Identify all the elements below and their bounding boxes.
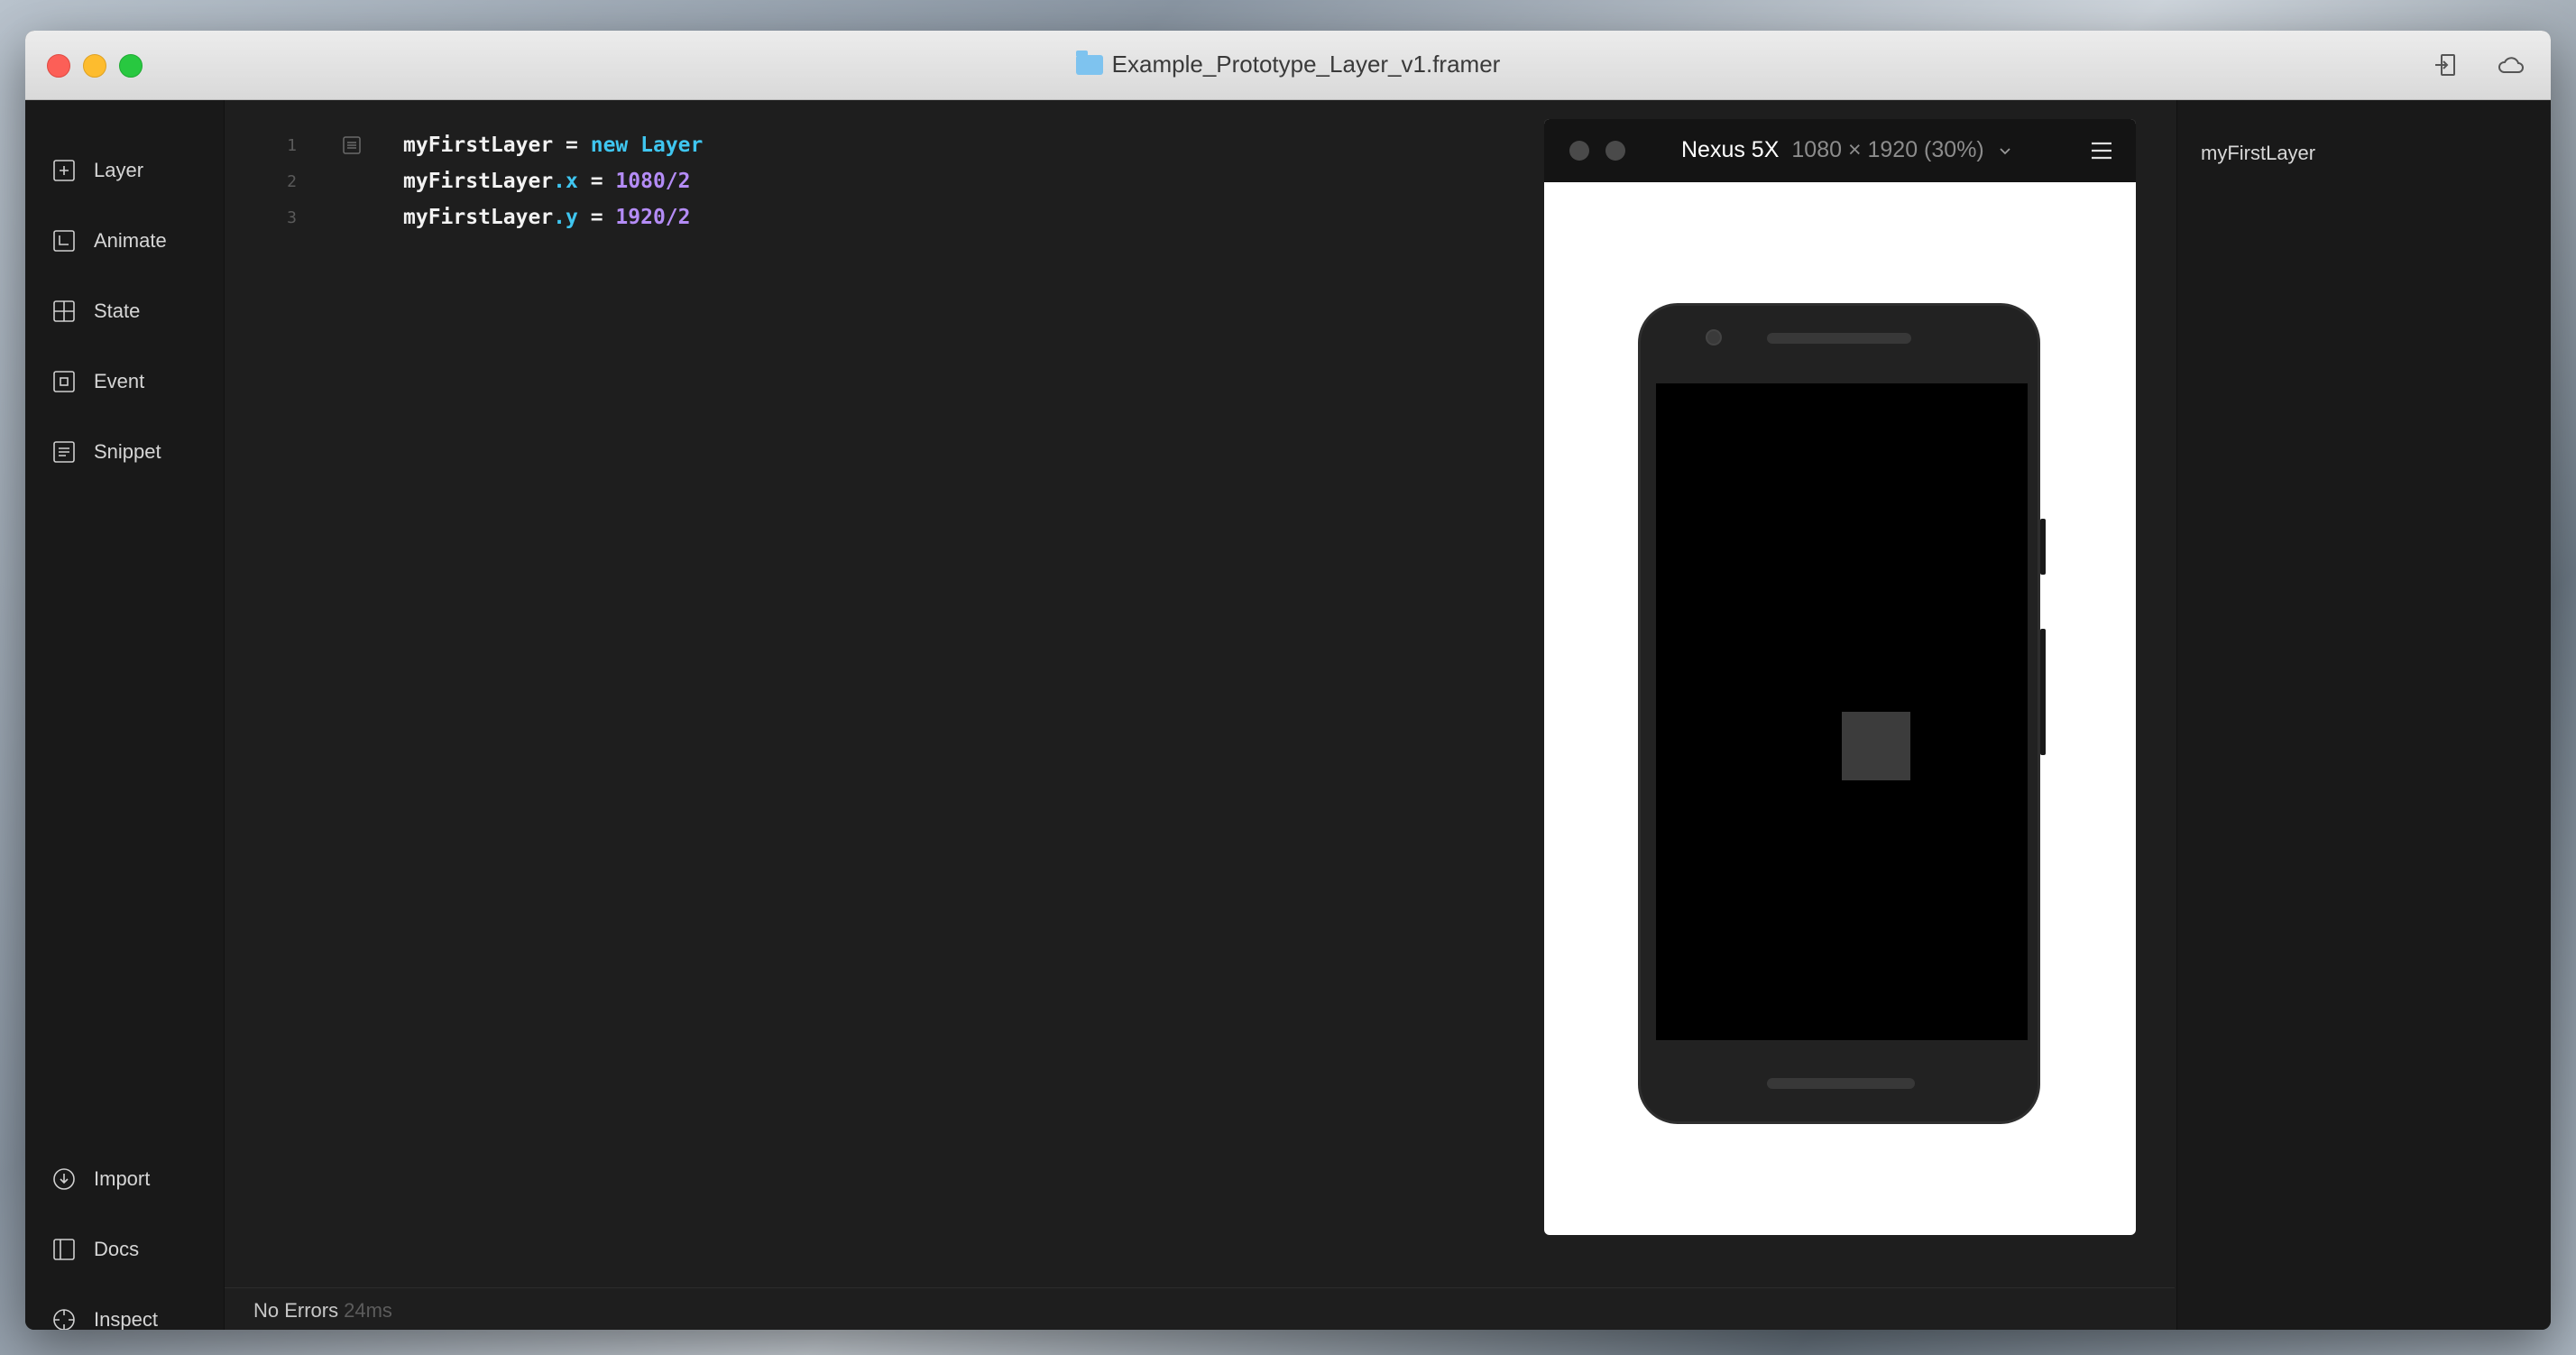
token-keyword: new <box>590 134 629 157</box>
sidebar-item-label: Inspect <box>94 1308 158 1330</box>
line-number: 3 <box>287 207 297 227</box>
sidebar-item-label: Animate <box>94 229 167 252</box>
app-window: Example_Prototype_Layer_v1.framer Layer <box>25 31 2551 1330</box>
target-square-icon <box>53 371 75 392</box>
code-line[interactable]: 2 myFirstLayer.x = 1080/2 <box>225 163 690 199</box>
token-class: Layer <box>640 134 704 157</box>
sidebar-item-import[interactable]: Import <box>52 1161 150 1197</box>
status-text: No Errors 24ms <box>253 1299 392 1323</box>
sidebar-item-label: Layer <box>94 159 144 181</box>
line-number: 1 <box>287 135 297 155</box>
cloud-icon[interactable] <box>2497 51 2525 79</box>
status-bar: No Errors 24ms <box>225 1287 2175 1330</box>
crosshair-icon <box>53 1309 75 1330</box>
share-icon[interactable] <box>2432 51 2461 79</box>
code-text: myFirstLayer = new Layer <box>403 134 703 157</box>
preview-dot-button[interactable] <box>1605 141 1625 161</box>
device-name: Nexus 5X <box>1681 137 1780 162</box>
import-circle-icon <box>53 1168 75 1190</box>
sidebar-item-label: Docs <box>94 1238 140 1260</box>
sidebar-item-label: Import <box>94 1167 151 1190</box>
lines-square-icon <box>53 441 75 463</box>
hamburger-menu-icon[interactable] <box>2091 141 2112 161</box>
token-variable: myFirstLayer <box>403 170 554 193</box>
device-preview[interactable]: Nexus 5X 1080 × 1920 (30%) <box>1544 119 2136 1235</box>
sidebar-item-inspect[interactable]: Inspect <box>52 1302 158 1330</box>
phone-speaker <box>1767 1078 1915 1089</box>
sidebar-item-layer[interactable]: Layer <box>52 152 143 189</box>
token-property: .y <box>553 206 578 229</box>
layers-panel: myFirstLayer <box>2176 100 2551 1330</box>
preview-toolbar: Nexus 5X 1080 × 1920 (30%) <box>1544 119 2136 182</box>
token-operator: = <box>553 134 591 157</box>
animate-square-icon <box>53 230 75 252</box>
token-number: 1920/2 <box>615 206 691 229</box>
compile-time: 24ms <box>344 1299 392 1322</box>
layer-item[interactable]: myFirstLayer <box>2201 142 2315 165</box>
title-bar: Example_Prototype_Layer_v1.framer <box>25 31 2551 100</box>
folder-icon <box>1075 50 1103 75</box>
code-text: myFirstLayer.x = 1080/2 <box>403 170 691 193</box>
phone-speaker <box>1767 333 1911 344</box>
line-number: 2 <box>287 171 297 191</box>
code-line[interactable]: 3 myFirstLayer.y = 1920/2 <box>225 199 690 235</box>
device-selector[interactable]: Nexus 5X 1080 × 1920 (30%) <box>1681 137 2013 163</box>
token-operator: = <box>577 170 616 193</box>
error-status: No Errors <box>253 1299 339 1322</box>
plus-square-icon <box>53 160 75 181</box>
sidebar-item-snippet[interactable]: Snippet <box>52 434 161 470</box>
layer-box[interactable] <box>1842 712 1910 780</box>
token-operator: = <box>577 206 616 229</box>
docs-icon <box>53 1239 75 1260</box>
token-variable: myFirstLayer <box>403 206 554 229</box>
code-text: myFirstLayer.y = 1920/2 <box>403 206 691 229</box>
grid-square-icon <box>53 300 75 322</box>
sidebar-item-label: Snippet <box>94 440 161 463</box>
token-property: .x <box>553 170 578 193</box>
sidebar-item-state[interactable]: State <box>52 293 140 329</box>
phone-camera <box>1706 329 1722 346</box>
window-title: Example_Prototype_Layer_v1.framer <box>25 50 2551 78</box>
phone-side-button <box>2040 519 2046 575</box>
sidebar-item-label: State <box>94 300 141 322</box>
token-number: 1080/2 <box>615 170 691 193</box>
sidebar: Layer Animate State Event Snippet Import… <box>25 100 225 1330</box>
device-resolution: 1080 × 1920 (30%) <box>1791 137 1984 162</box>
phone-side-button <box>2040 629 2046 755</box>
chevron-down-icon <box>2000 147 2010 154</box>
preview-dot-button[interactable] <box>1569 141 1589 161</box>
sidebar-item-event[interactable]: Event <box>52 364 144 400</box>
phone-screen[interactable] <box>1656 383 2028 1040</box>
token-variable: myFirstLayer <box>403 134 554 157</box>
sidebar-item-docs[interactable]: Docs <box>52 1231 139 1267</box>
phone-frame <box>1638 303 2046 1124</box>
window-title-text: Example_Prototype_Layer_v1.framer <box>1111 51 1501 78</box>
code-fold-icon[interactable] <box>342 135 362 155</box>
code-editor[interactable]: 1 myFirstLayer = new Layer 2 myFirstLaye… <box>225 100 1740 1287</box>
sidebar-item-label: Event <box>94 370 145 392</box>
code-line[interactable]: 1 myFirstLayer = new Layer <box>225 127 703 163</box>
sidebar-item-animate[interactable]: Animate <box>52 223 167 259</box>
